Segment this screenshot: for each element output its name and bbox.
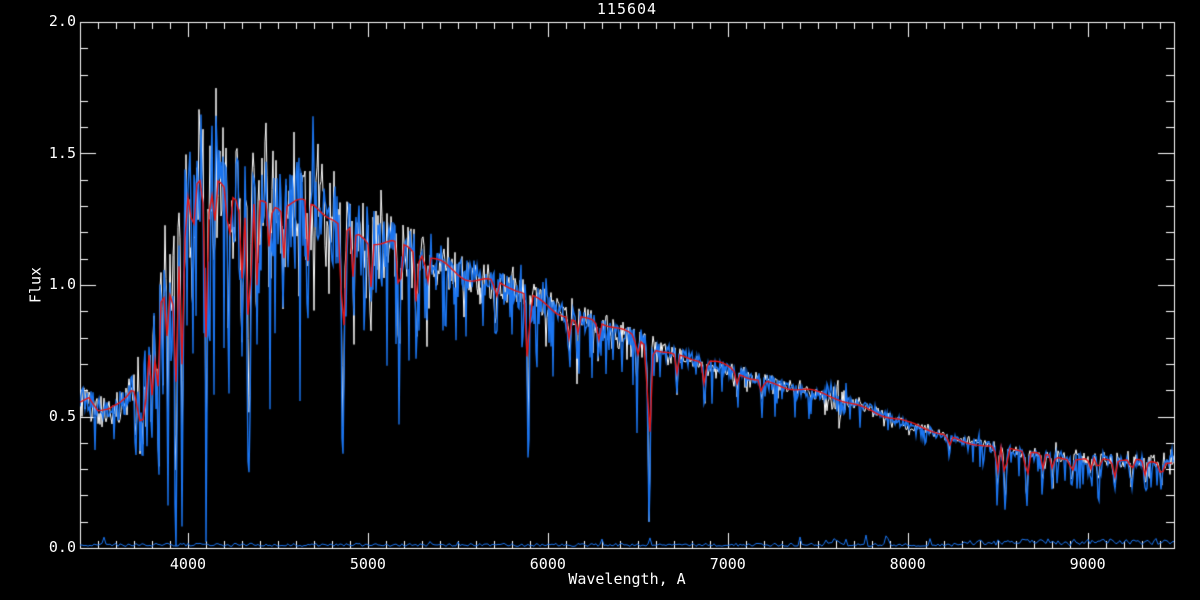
x-axis-title: Wavelength, A: [568, 572, 685, 587]
x-tick-label-8000: 8000: [890, 557, 926, 572]
x-tick-label-7000: 7000: [710, 557, 746, 572]
y-tick-label-2.0: 2.0: [16, 14, 76, 29]
y-tick-label-1.5: 1.5: [16, 146, 76, 161]
plot-title: 115604: [597, 2, 657, 17]
y-tick-label-1.0: 1.0: [16, 277, 76, 292]
x-tick-label-5000: 5000: [350, 557, 386, 572]
spectrum-plot-window: 115604 Flux Wavelength, A 40005000600070…: [0, 0, 1200, 600]
x-tick-label-9000: 9000: [1070, 557, 1106, 572]
y-tick-label-0.5: 0.5: [16, 409, 76, 424]
x-tick-label-4000: 4000: [170, 557, 206, 572]
spectrum-canvas: [0, 0, 1200, 600]
y-tick-label-0.0: 0.0: [16, 540, 76, 555]
x-tick-label-6000: 6000: [530, 557, 566, 572]
